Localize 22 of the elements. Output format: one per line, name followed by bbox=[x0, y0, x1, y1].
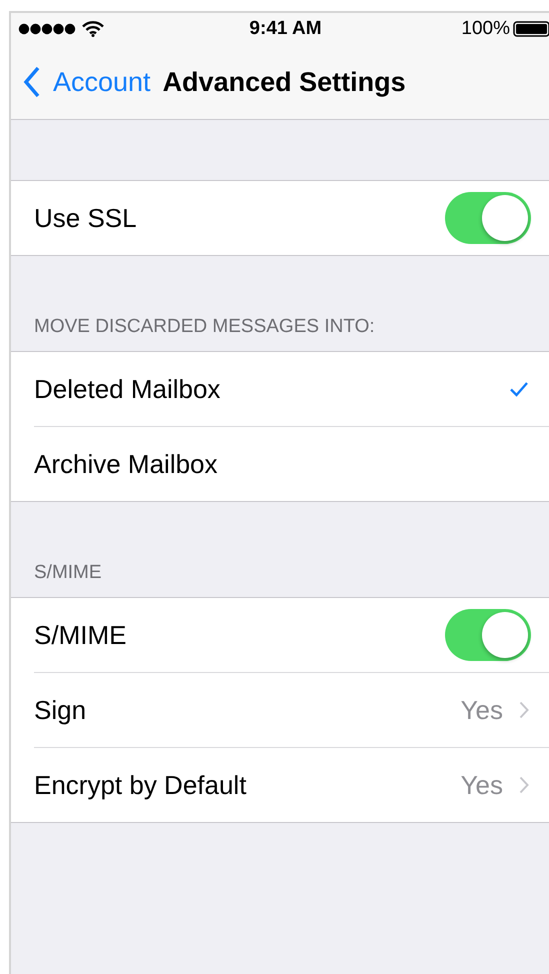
page-title: Advanced Settings bbox=[162, 66, 406, 98]
toggle-switch[interactable] bbox=[445, 609, 531, 661]
row-label: Encrypt by Default bbox=[34, 770, 248, 800]
row-value: Yes bbox=[460, 770, 503, 800]
row-label: S/MIME bbox=[34, 620, 128, 650]
chevron-left-icon bbox=[23, 66, 41, 98]
back-button[interactable]: Account bbox=[23, 66, 151, 98]
row-label: Sign bbox=[34, 694, 88, 726]
signal-icon bbox=[18, 23, 76, 35]
row-label: Archive Mailbox bbox=[34, 448, 219, 480]
battery-percentage: 100% bbox=[461, 18, 510, 40]
row-label: Deleted Mailbox bbox=[34, 374, 222, 404]
chevron-right-icon bbox=[519, 701, 529, 719]
row-value: Yes bbox=[460, 694, 503, 726]
section-header: S/MIME bbox=[33, 562, 102, 585]
toggle-switch[interactable] bbox=[445, 192, 531, 244]
row-label: Use SSL bbox=[34, 202, 138, 234]
section-header: MOVE DISCARDED MESSAGES INTO: bbox=[33, 316, 375, 339]
status-time: 9:41 AM bbox=[249, 18, 322, 40]
battery-icon bbox=[513, 21, 549, 37]
wifi-icon bbox=[82, 21, 104, 37]
chevron-right-icon bbox=[519, 776, 529, 794]
